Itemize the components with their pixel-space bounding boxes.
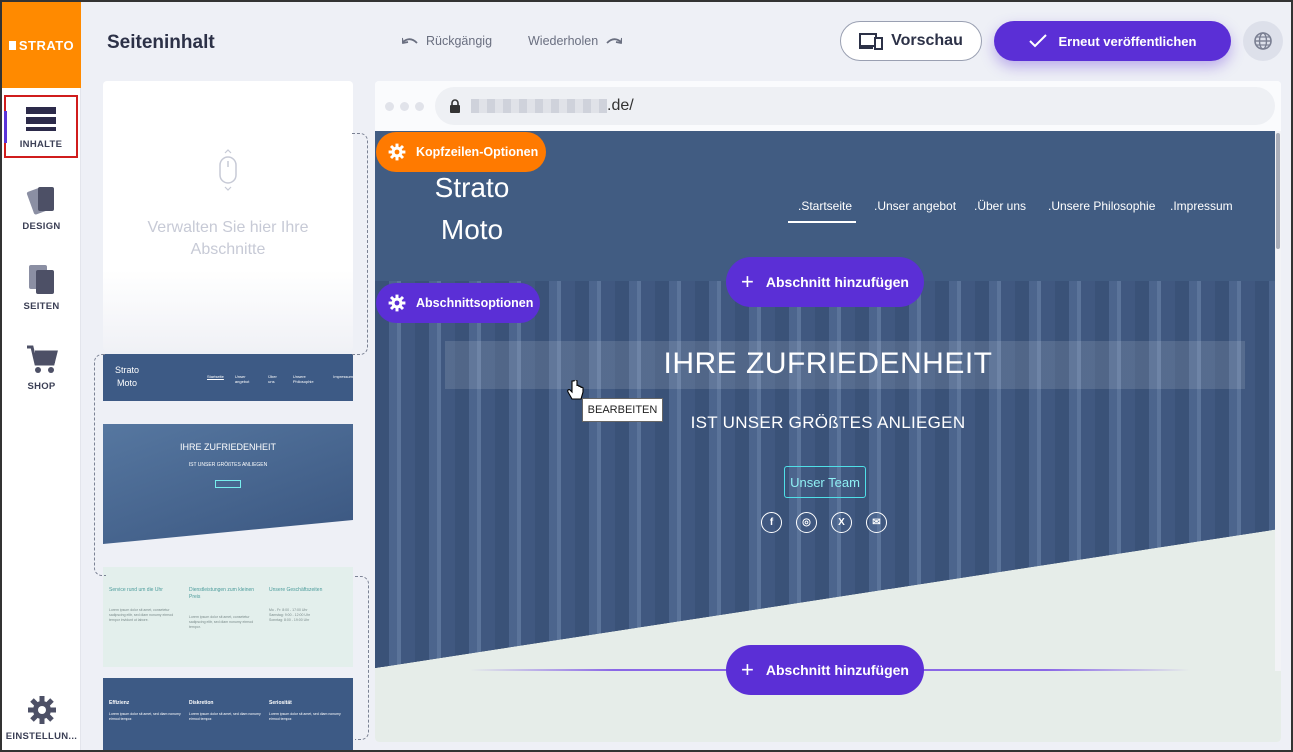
page-title: Seiteninhalt [107, 32, 215, 53]
lock-icon [450, 99, 460, 113]
section-thumb-features[interactable]: Effizienz Lorem ipsum dolor sit amet, sed… [103, 678, 353, 750]
strato-logo[interactable]: STRATO [2, 2, 81, 88]
hero-title[interactable]: IHRE ZUFRIEDENHEIT [375, 347, 1281, 381]
content-icon [26, 107, 56, 131]
globe-icon [1254, 32, 1272, 50]
cart-icon [26, 345, 58, 373]
site-brand: Strato Moto [434, 172, 510, 245]
browser-chrome: .de/ [375, 81, 1281, 131]
url-bar[interactable]: .de/ [435, 87, 1275, 125]
instagram-icon[interactable]: ◎ [796, 512, 817, 533]
selection-bracket-left [94, 354, 106, 576]
redo-icon [606, 37, 623, 45]
nav-startseite[interactable]: .Startseite [798, 199, 852, 213]
rail-item-einstellungen[interactable]: EINSTELLUN... [2, 682, 81, 748]
preview-scrollbar[interactable] [1275, 131, 1281, 671]
browser-preview: .de/ Strato Moto .Startseite .Unser ange… [375, 81, 1281, 742]
header-options-button[interactable]: Kopfzeilen-Optionen [376, 132, 546, 172]
section-options-button[interactable]: Abschnittsoptionen [376, 283, 540, 323]
section-thumb-header[interactable]: Strato Moto Startseite Unser angebot Über… [103, 354, 353, 401]
gear-icon [388, 143, 406, 161]
gear-icon [27, 696, 56, 724]
rail-label: SHOP [27, 381, 56, 392]
palette-icon [26, 187, 54, 215]
nav-angebot[interactable]: .Unser angebot [874, 199, 956, 213]
nav-active-underline [788, 221, 856, 223]
rail-label: INHALTE [19, 139, 63, 150]
thumb-nav: Startseite Unser angebot Über uns Unsere… [207, 374, 353, 384]
publish-button[interactable]: Erneut veröffentlichen [994, 21, 1231, 61]
plus-icon: + [741, 269, 754, 294]
section-thumb-hero[interactable]: IHRE ZUFRIEDENHEIT IST UNSER GRÖßTES ANL… [103, 424, 353, 544]
nav-impressum[interactable]: .Impressum [1170, 199, 1233, 213]
mail-icon[interactable]: ✉ [866, 512, 887, 533]
add-section-button[interactable]: + Abschnitt hinzufügen [726, 645, 924, 695]
thumb-brand: Strato Moto [115, 365, 140, 388]
devices-icon [859, 33, 884, 50]
add-section-button[interactable]: + Abschnitt hinzufügen [726, 257, 924, 307]
language-button[interactable] [1243, 21, 1283, 61]
rail-label: SEITEN [23, 301, 60, 312]
pages-icon [28, 265, 54, 294]
rail-label: EINSTELLUN... [5, 731, 78, 742]
facebook-icon[interactable]: f [761, 512, 782, 533]
rail-item-shop[interactable]: SHOP [2, 332, 81, 398]
rail-label: DESIGN [22, 221, 61, 232]
hero-subtitle[interactable]: IST UNSER GRÖßTES ANLIEGEN [375, 413, 1281, 433]
site-hero[interactable]: IHRE ZUFRIEDENHEIT IST UNSER GRÖßTES ANL… [375, 281, 1281, 668]
window-dots [385, 102, 424, 111]
nav-philosophie[interactable]: .Unsere Philosophie [1048, 199, 1155, 213]
section-thumb-services[interactable]: Service rund um die Uhr Lorem ipsum dolor… [103, 567, 353, 667]
selection-bracket-right-bottom [355, 576, 369, 740]
mouse-scroll-icon [219, 149, 237, 191]
sections-empty-state: Verwalten Sie hier Ihre Abschnitte [103, 81, 353, 351]
left-rail: STRATO INHALTE DESIGN SEITEN SHOP EINSTE… [0, 0, 81, 752]
nav-ueber-uns[interactable]: .Über uns [974, 199, 1026, 213]
plus-icon: + [741, 657, 754, 682]
x-icon[interactable]: X [831, 512, 852, 533]
empty-message: Verwalten Sie hier Ihre Abschnitte [147, 219, 309, 258]
gear-icon [388, 294, 406, 312]
check-icon [1028, 34, 1047, 48]
undo-button[interactable]: Rückgängig [402, 34, 492, 48]
redo-button[interactable]: Wiederholen [528, 34, 623, 48]
blurred-domain [471, 99, 607, 113]
undo-icon [402, 37, 418, 45]
selection-bracket-right-top [352, 133, 368, 355]
preview-button[interactable]: Vorschau [840, 21, 982, 61]
social-icons: f ◎ X ✉ [761, 512, 887, 533]
rail-item-inhalte[interactable]: INHALTE [4, 95, 78, 158]
rail-item-design[interactable]: DESIGN [2, 172, 81, 238]
thumb-hero-button [215, 480, 241, 488]
sections-panel: Verwalten Sie hier Ihre Abschnitte Strat… [103, 81, 353, 751]
hero-team-button[interactable]: Unser Team [784, 466, 866, 498]
rail-item-seiten[interactable]: SEITEN [2, 252, 81, 318]
edit-tooltip: BEARBEITEN [582, 398, 663, 422]
